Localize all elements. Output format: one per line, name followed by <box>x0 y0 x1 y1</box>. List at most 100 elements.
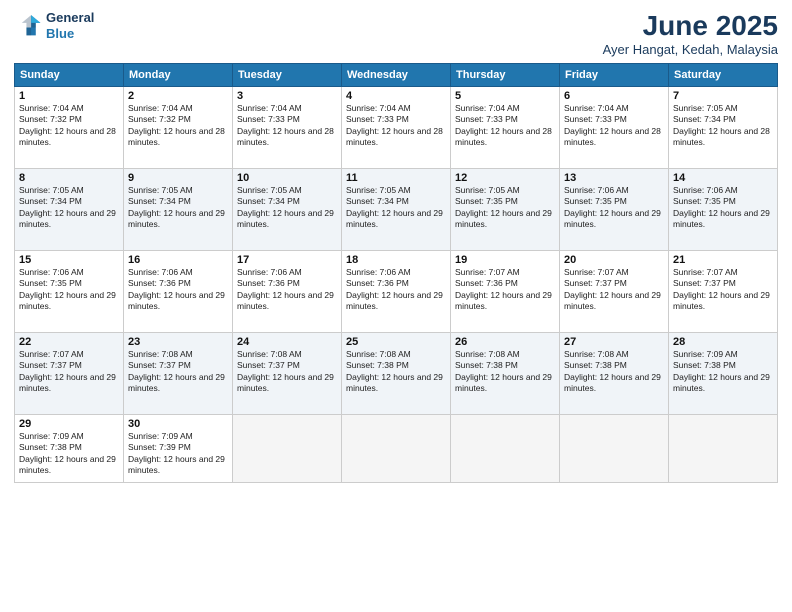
list-item: 11 Sunrise: 7:05 AMSunset: 7:34 PMDaylig… <box>342 169 451 251</box>
list-item: 15 Sunrise: 7:06 AMSunset: 7:35 PMDaylig… <box>15 251 124 333</box>
page: General Blue June 2025 Ayer Hangat, Keda… <box>0 0 792 612</box>
list-item <box>451 415 560 483</box>
day-info: Sunrise: 7:06 AMSunset: 7:35 PMDaylight:… <box>564 185 661 229</box>
table-row: 8 Sunrise: 7:05 AMSunset: 7:34 PMDayligh… <box>15 169 778 251</box>
day-info: Sunrise: 7:09 AMSunset: 7:38 PMDaylight:… <box>19 431 116 475</box>
list-item: 2 Sunrise: 7:04 AMSunset: 7:32 PMDayligh… <box>124 87 233 169</box>
list-item: 23 Sunrise: 7:08 AMSunset: 7:37 PMDaylig… <box>124 333 233 415</box>
day-number: 22 <box>19 336 119 348</box>
day-info: Sunrise: 7:07 AMSunset: 7:37 PMDaylight:… <box>673 267 770 311</box>
list-item: 10 Sunrise: 7:05 AMSunset: 7:34 PMDaylig… <box>233 169 342 251</box>
day-number: 21 <box>673 254 773 266</box>
list-item: 21 Sunrise: 7:07 AMSunset: 7:37 PMDaylig… <box>669 251 778 333</box>
list-item <box>233 415 342 483</box>
day-number: 6 <box>564 90 664 102</box>
list-item: 8 Sunrise: 7:05 AMSunset: 7:34 PMDayligh… <box>15 169 124 251</box>
day-number: 2 <box>128 90 228 102</box>
list-item <box>560 415 669 483</box>
day-info: Sunrise: 7:08 AMSunset: 7:38 PMDaylight:… <box>346 349 443 393</box>
day-number: 5 <box>455 90 555 102</box>
day-info: Sunrise: 7:06 AMSunset: 7:35 PMDaylight:… <box>673 185 770 229</box>
day-info: Sunrise: 7:08 AMSunset: 7:38 PMDaylight:… <box>455 349 552 393</box>
list-item: 16 Sunrise: 7:06 AMSunset: 7:36 PMDaylig… <box>124 251 233 333</box>
day-info: Sunrise: 7:04 AMSunset: 7:33 PMDaylight:… <box>237 103 334 147</box>
day-info: Sunrise: 7:04 AMSunset: 7:33 PMDaylight:… <box>455 103 552 147</box>
col-wednesday: Wednesday <box>342 64 451 87</box>
table-row: 22 Sunrise: 7:07 AMSunset: 7:37 PMDaylig… <box>15 333 778 415</box>
day-info: Sunrise: 7:07 AMSunset: 7:36 PMDaylight:… <box>455 267 552 311</box>
day-number: 15 <box>19 254 119 266</box>
list-item: 28 Sunrise: 7:09 AMSunset: 7:38 PMDaylig… <box>669 333 778 415</box>
col-tuesday: Tuesday <box>233 64 342 87</box>
day-info: Sunrise: 7:05 AMSunset: 7:34 PMDaylight:… <box>673 103 770 147</box>
day-info: Sunrise: 7:06 AMSunset: 7:36 PMDaylight:… <box>346 267 443 311</box>
table-row: 29 Sunrise: 7:09 AMSunset: 7:38 PMDaylig… <box>15 415 778 483</box>
day-number: 27 <box>564 336 664 348</box>
day-info: Sunrise: 7:08 AMSunset: 7:37 PMDaylight:… <box>128 349 225 393</box>
day-number: 3 <box>237 90 337 102</box>
day-info: Sunrise: 7:04 AMSunset: 7:32 PMDaylight:… <box>19 103 116 147</box>
day-number: 29 <box>19 418 119 430</box>
header: General Blue June 2025 Ayer Hangat, Keda… <box>14 10 778 57</box>
day-info: Sunrise: 7:06 AMSunset: 7:36 PMDaylight:… <box>237 267 334 311</box>
list-item: 20 Sunrise: 7:07 AMSunset: 7:37 PMDaylig… <box>560 251 669 333</box>
day-info: Sunrise: 7:07 AMSunset: 7:37 PMDaylight:… <box>19 349 116 393</box>
list-item: 5 Sunrise: 7:04 AMSunset: 7:33 PMDayligh… <box>451 87 560 169</box>
day-number: 25 <box>346 336 446 348</box>
day-number: 7 <box>673 90 773 102</box>
day-info: Sunrise: 7:05 AMSunset: 7:34 PMDaylight:… <box>128 185 225 229</box>
list-item: 4 Sunrise: 7:04 AMSunset: 7:33 PMDayligh… <box>342 87 451 169</box>
subtitle: Ayer Hangat, Kedah, Malaysia <box>603 42 778 57</box>
list-item: 30 Sunrise: 7:09 AMSunset: 7:39 PMDaylig… <box>124 415 233 483</box>
list-item: 29 Sunrise: 7:09 AMSunset: 7:38 PMDaylig… <box>15 415 124 483</box>
day-number: 20 <box>564 254 664 266</box>
day-number: 16 <box>128 254 228 266</box>
day-number: 8 <box>19 172 119 184</box>
list-item: 17 Sunrise: 7:06 AMSunset: 7:36 PMDaylig… <box>233 251 342 333</box>
calendar-header-row: Sunday Monday Tuesday Wednesday Thursday… <box>15 64 778 87</box>
day-number: 18 <box>346 254 446 266</box>
day-info: Sunrise: 7:05 AMSunset: 7:34 PMDaylight:… <box>237 185 334 229</box>
logo-text: General Blue <box>46 10 94 41</box>
day-number: 26 <box>455 336 555 348</box>
list-item: 18 Sunrise: 7:06 AMSunset: 7:36 PMDaylig… <box>342 251 451 333</box>
table-row: 1 Sunrise: 7:04 AMSunset: 7:32 PMDayligh… <box>15 87 778 169</box>
day-info: Sunrise: 7:05 AMSunset: 7:34 PMDaylight:… <box>346 185 443 229</box>
col-monday: Monday <box>124 64 233 87</box>
col-friday: Friday <box>560 64 669 87</box>
list-item: 22 Sunrise: 7:07 AMSunset: 7:37 PMDaylig… <box>15 333 124 415</box>
table-row: 15 Sunrise: 7:06 AMSunset: 7:35 PMDaylig… <box>15 251 778 333</box>
list-item: 6 Sunrise: 7:04 AMSunset: 7:33 PMDayligh… <box>560 87 669 169</box>
list-item: 26 Sunrise: 7:08 AMSunset: 7:38 PMDaylig… <box>451 333 560 415</box>
day-number: 10 <box>237 172 337 184</box>
day-number: 17 <box>237 254 337 266</box>
day-number: 14 <box>673 172 773 184</box>
list-item: 3 Sunrise: 7:04 AMSunset: 7:33 PMDayligh… <box>233 87 342 169</box>
col-thursday: Thursday <box>451 64 560 87</box>
day-info: Sunrise: 7:04 AMSunset: 7:33 PMDaylight:… <box>564 103 661 147</box>
day-number: 1 <box>19 90 119 102</box>
title-block: June 2025 Ayer Hangat, Kedah, Malaysia <box>603 10 778 57</box>
day-info: Sunrise: 7:04 AMSunset: 7:32 PMDaylight:… <box>128 103 225 147</box>
day-number: 4 <box>346 90 446 102</box>
day-info: Sunrise: 7:06 AMSunset: 7:36 PMDaylight:… <box>128 267 225 311</box>
main-title: June 2025 <box>603 10 778 42</box>
list-item: 9 Sunrise: 7:05 AMSunset: 7:34 PMDayligh… <box>124 169 233 251</box>
list-item: 25 Sunrise: 7:08 AMSunset: 7:38 PMDaylig… <box>342 333 451 415</box>
day-info: Sunrise: 7:05 AMSunset: 7:35 PMDaylight:… <box>455 185 552 229</box>
list-item: 1 Sunrise: 7:04 AMSunset: 7:32 PMDayligh… <box>15 87 124 169</box>
col-sunday: Sunday <box>15 64 124 87</box>
day-info: Sunrise: 7:08 AMSunset: 7:37 PMDaylight:… <box>237 349 334 393</box>
day-number: 9 <box>128 172 228 184</box>
list-item: 13 Sunrise: 7:06 AMSunset: 7:35 PMDaylig… <box>560 169 669 251</box>
logo: General Blue <box>14 10 94 41</box>
day-info: Sunrise: 7:05 AMSunset: 7:34 PMDaylight:… <box>19 185 116 229</box>
col-saturday: Saturday <box>669 64 778 87</box>
list-item: 7 Sunrise: 7:05 AMSunset: 7:34 PMDayligh… <box>669 87 778 169</box>
list-item: 24 Sunrise: 7:08 AMSunset: 7:37 PMDaylig… <box>233 333 342 415</box>
list-item <box>342 415 451 483</box>
list-item: 19 Sunrise: 7:07 AMSunset: 7:36 PMDaylig… <box>451 251 560 333</box>
list-item <box>669 415 778 483</box>
list-item: 27 Sunrise: 7:08 AMSunset: 7:38 PMDaylig… <box>560 333 669 415</box>
day-info: Sunrise: 7:08 AMSunset: 7:38 PMDaylight:… <box>564 349 661 393</box>
